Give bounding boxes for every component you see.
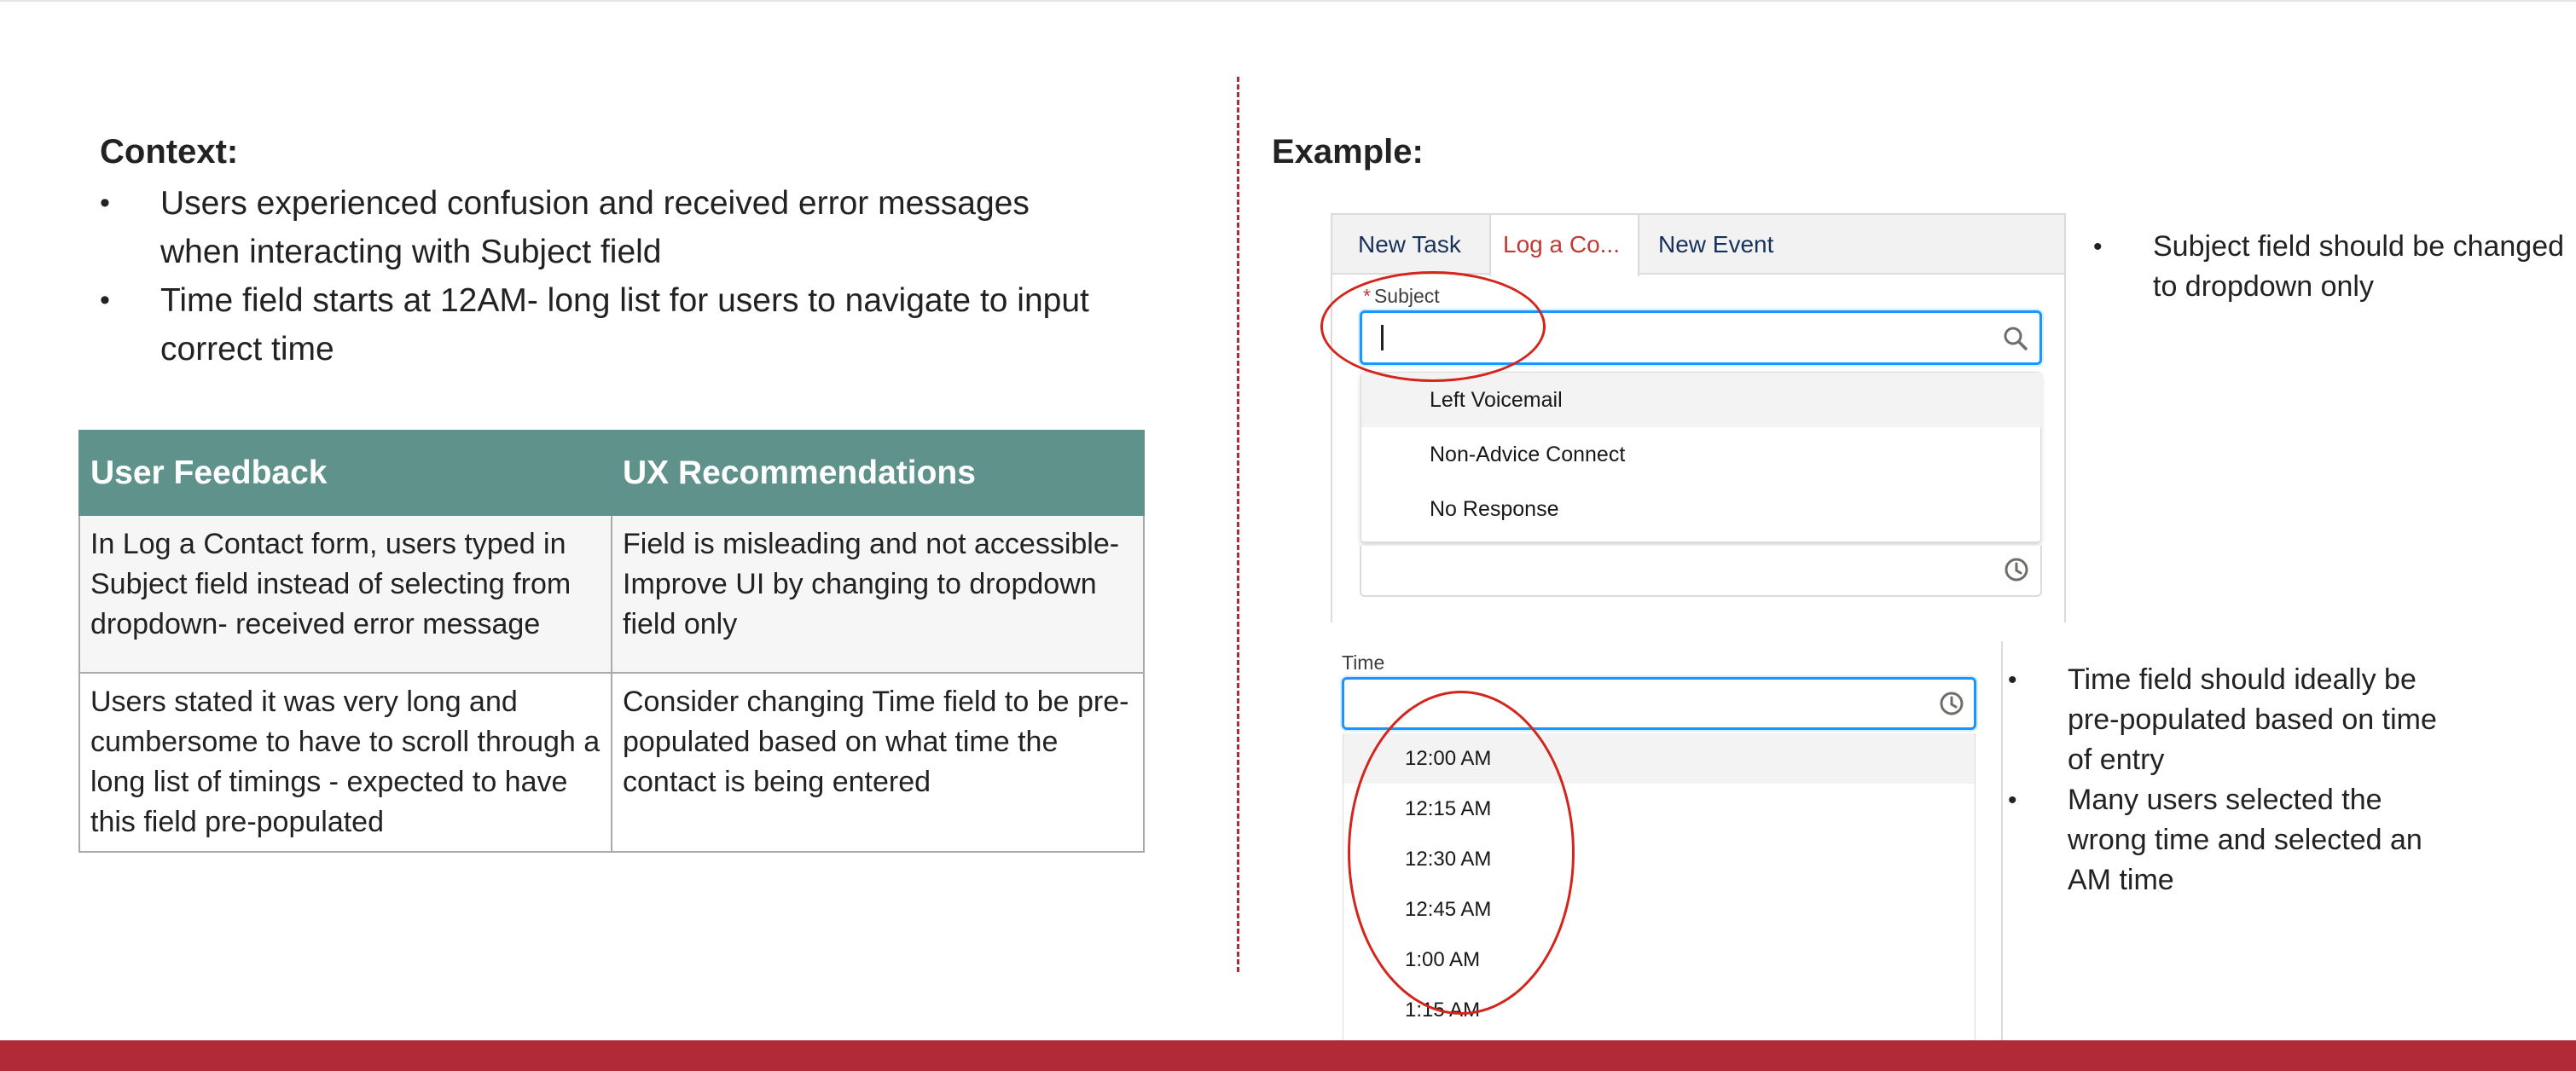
feedback-table: User Feedback UX Recommendations In Log … xyxy=(78,430,1145,853)
time-option[interactable]: 12:00 AM xyxy=(1343,733,1975,784)
time-note: • Time field should ideally be pre-popula… xyxy=(2005,660,2448,780)
subject-label: * Subject xyxy=(1363,285,1440,308)
bullet-glyph: • xyxy=(2008,666,2017,694)
context-bullet-text: Time field starts at 12AM- long list for… xyxy=(160,282,1089,368)
subject-note-text: Subject field should be changed to dropd… xyxy=(2153,230,2565,303)
bullet-glyph: • xyxy=(100,284,110,316)
tab-log-a-contact[interactable]: Log a Co... xyxy=(1489,215,1639,276)
subject-option[interactable]: No Response xyxy=(1361,482,2042,536)
text-cursor xyxy=(1381,325,1384,350)
context-bullet: • Time field starts at 12AM- long list fo… xyxy=(100,276,1106,373)
bullet-glyph: • xyxy=(2008,786,2017,814)
time-dropdown: 12:00 AM 12:15 AM 12:30 AM 12:45 AM 1:00… xyxy=(1343,733,1976,1040)
time-panel: Time 12:00 AM 12:15 AM 12:30 AM 12:45 AM… xyxy=(1331,641,2003,1040)
table-header-row: User Feedback UX Recommendations xyxy=(78,430,1145,516)
obscured-time-field[interactable] xyxy=(1360,546,2042,597)
subject-option[interactable]: Left Voicemail xyxy=(1361,373,2042,427)
time-input[interactable] xyxy=(1342,677,1976,730)
time-option[interactable]: 12:15 AM xyxy=(1343,784,1975,834)
log-contact-panel: New Task Log a Co... New Event * Subject … xyxy=(1331,213,2066,622)
example-heading: Example: xyxy=(1272,133,1424,171)
time-note-text: Many users selected the wrong time and s… xyxy=(2068,784,2422,896)
tab-new-event[interactable]: New Event xyxy=(1639,215,1810,275)
time-note: • Many users selected the wrong time and … xyxy=(2005,780,2448,900)
subject-label-text: Subject xyxy=(1373,285,1440,307)
context-bullet-text: Users experienced confusion and received… xyxy=(160,185,1030,270)
bullet-glyph: • xyxy=(100,187,110,219)
time-note-list: • Time field should ideally be pre-popula… xyxy=(2005,660,2448,900)
table-row: In Log a Contact form, users typed in Su… xyxy=(78,514,1145,674)
context-bullet: • Users experienced confusion and receive… xyxy=(100,179,1106,276)
table-cell-feedback: Users stated it was very long and cumber… xyxy=(78,672,612,853)
table-row: Users stated it was very long and cumber… xyxy=(78,672,1145,853)
time-option[interactable]: 12:30 AM xyxy=(1343,834,1975,884)
time-option[interactable]: 1:15 AM xyxy=(1343,985,1975,1035)
subject-input[interactable] xyxy=(1360,310,2042,365)
clock-icon[interactable] xyxy=(2003,556,2030,583)
column-divider xyxy=(1237,77,1239,972)
context-bullet-list: • Users experienced confusion and receive… xyxy=(100,179,1106,373)
table-cell-recommendation: Field is misleading and not accessible- … xyxy=(611,514,1145,674)
bullet-glyph: • xyxy=(2093,233,2103,261)
time-label: Time xyxy=(1342,651,1385,674)
table-cell-feedback: In Log a Contact form, users typed in Su… xyxy=(78,514,612,674)
subject-note-list: • Subject field should be changed to drop… xyxy=(2090,227,2567,307)
clock-icon[interactable] xyxy=(1938,690,1965,717)
time-note-text: Time field should ideally be pre-populat… xyxy=(2068,663,2437,776)
subject-option[interactable]: Non-Advice Connect xyxy=(1361,427,2042,482)
required-marker: * xyxy=(1363,285,1371,307)
subject-note: • Subject field should be changed to drop… xyxy=(2090,227,2567,307)
tab-bar: New Task Log a Co... New Event xyxy=(1332,215,2064,276)
header-ux-recommendations: UX Recommendations xyxy=(611,430,1145,516)
context-heading: Context: xyxy=(100,133,239,171)
table-cell-recommendation: Consider changing Time field to be pre-p… xyxy=(611,672,1145,853)
time-option[interactable]: 1:00 AM xyxy=(1343,935,1975,985)
tab-new-task[interactable]: New Task xyxy=(1332,215,1489,275)
search-icon[interactable] xyxy=(2002,325,2029,352)
footer-bar xyxy=(0,1040,2576,1071)
time-option[interactable]: 12:45 AM xyxy=(1343,884,1975,935)
header-user-feedback: User Feedback xyxy=(78,430,612,516)
top-rule xyxy=(0,0,2576,2)
subject-dropdown: Left Voicemail Non-Advice Connect No Res… xyxy=(1361,372,2042,542)
